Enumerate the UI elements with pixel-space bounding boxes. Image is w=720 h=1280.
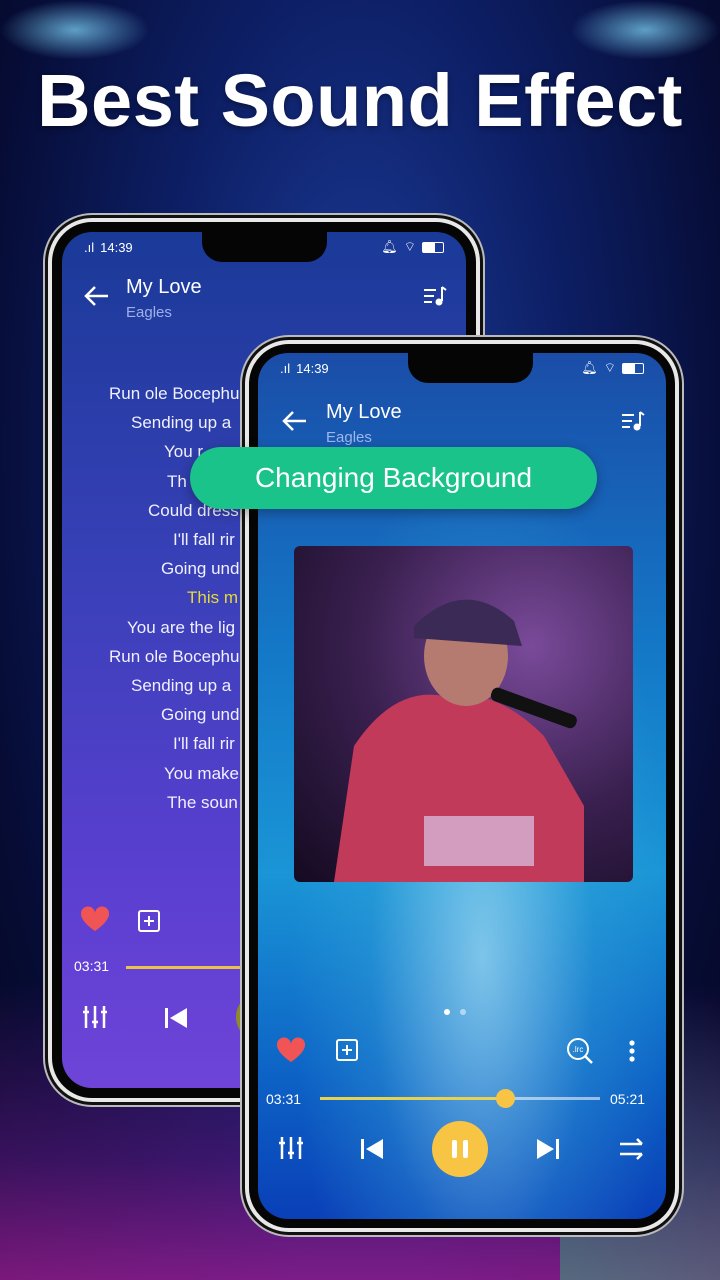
- lyric-line: You make: [164, 763, 239, 783]
- pause-icon: [452, 1140, 457, 1158]
- playlist-button[interactable]: [422, 284, 448, 308]
- duration-time: 05:21: [610, 1091, 646, 1107]
- page-indicator: [444, 1009, 466, 1015]
- status-bar: .ıl 14:39 🔔︎ ⌔: [280, 359, 644, 377]
- elapsed-time: 03:31: [74, 958, 110, 974]
- add-box-icon: [138, 910, 160, 932]
- more-vertical-icon: [629, 1040, 635, 1062]
- lyric-line: Sending up a: [131, 676, 232, 695]
- back-button[interactable]: [280, 409, 308, 433]
- previous-button[interactable]: [164, 1007, 188, 1029]
- lyric-line: Th: [167, 471, 187, 491]
- status-time: 14:39: [296, 360, 329, 376]
- playlist-button[interactable]: [620, 409, 646, 433]
- status-time: 14:39: [100, 239, 133, 255]
- playlist-music-icon: [622, 411, 645, 431]
- lyric-line: Run ole Bocephu: [109, 384, 240, 403]
- add-to-playlist-button[interactable]: [336, 1039, 358, 1061]
- stage-light-right: [570, 0, 720, 60]
- lyric-line: Going und: [161, 705, 240, 725]
- lyric-line: Going und: [161, 559, 240, 579]
- changing-background-badge: Changing Background: [190, 447, 597, 509]
- equalizer-button[interactable]: [278, 1135, 304, 1161]
- headline: Best Sound Effect: [37, 59, 683, 142]
- track-title: My Love: [326, 401, 402, 423]
- battery-icon: [422, 241, 444, 253]
- favorite-button[interactable]: [276, 1037, 306, 1063]
- equalizer-button[interactable]: [82, 1004, 108, 1030]
- next-button[interactable]: [536, 1138, 560, 1160]
- lyric-line: I'll fall rir: [173, 530, 235, 549]
- equalizer-icon: [279, 1137, 303, 1159]
- lyric-line: This m: [187, 588, 238, 608]
- bell-icon: 🔔︎: [581, 360, 598, 375]
- arrow-left-icon: [282, 411, 306, 431]
- singer-photo: [334, 599, 584, 882]
- back-button[interactable]: [82, 284, 110, 308]
- shuffle-order-icon: [620, 1138, 643, 1160]
- previous-button[interactable]: [360, 1138, 384, 1160]
- svg-text:.lrc: .lrc: [573, 1045, 584, 1054]
- lyric-line: Run ole Bocephu: [109, 646, 240, 666]
- lyric-line: I'll fall rir: [173, 734, 235, 754]
- page-dot: [460, 1009, 466, 1015]
- lrc-search-icon: .lrc: [567, 1038, 593, 1064]
- progress-track[interactable]: [320, 1089, 600, 1108]
- pause-icon: [463, 1140, 468, 1158]
- equalizer-icon: [83, 1006, 107, 1028]
- page-dot: [444, 1009, 450, 1015]
- album-art: [294, 546, 633, 882]
- signal-icon: .ıl: [84, 239, 95, 255]
- progress-fill: [320, 1097, 505, 1100]
- status-bar: .ıl 14:39 🔔︎ ⌔: [84, 238, 444, 256]
- play-pause-button[interactable]: [432, 1121, 488, 1177]
- favorite-button[interactable]: [80, 906, 110, 932]
- lyric-line: Sending up a: [131, 413, 232, 433]
- wifi-icon: ⌔: [603, 360, 616, 375]
- battery-icon: [622, 362, 644, 374]
- add-box-icon: [336, 1039, 358, 1061]
- add-to-playlist-button[interactable]: [138, 910, 160, 932]
- bell-icon: 🔔︎: [381, 239, 398, 254]
- arrow-left-icon: [84, 286, 108, 306]
- track-artist: Eagles: [126, 304, 172, 321]
- lyric-line: You are the lig: [127, 617, 236, 637]
- more-options-button[interactable]: [628, 1039, 636, 1063]
- skip-previous-icon: [165, 1008, 187, 1028]
- repeat-mode-button[interactable]: [618, 1137, 646, 1161]
- heart-icon: [80, 906, 110, 931]
- stage-light-left: [0, 0, 150, 60]
- skip-previous-icon: [361, 1139, 383, 1159]
- skip-next-icon: [537, 1139, 559, 1159]
- playlist-music-icon: [424, 286, 447, 306]
- progress-thumb[interactable]: [495, 1089, 515, 1108]
- elapsed-time: 03:31: [266, 1091, 302, 1107]
- lyric-line: The soun: [167, 792, 238, 812]
- track-artist: Eagles: [326, 429, 372, 446]
- heart-icon: [276, 1037, 306, 1062]
- wifi-icon: ⌔: [403, 239, 416, 254]
- track-title: My Love: [126, 276, 202, 298]
- signal-icon: .ıl: [280, 360, 291, 376]
- lyrics-search-button[interactable]: .lrc: [566, 1037, 594, 1065]
